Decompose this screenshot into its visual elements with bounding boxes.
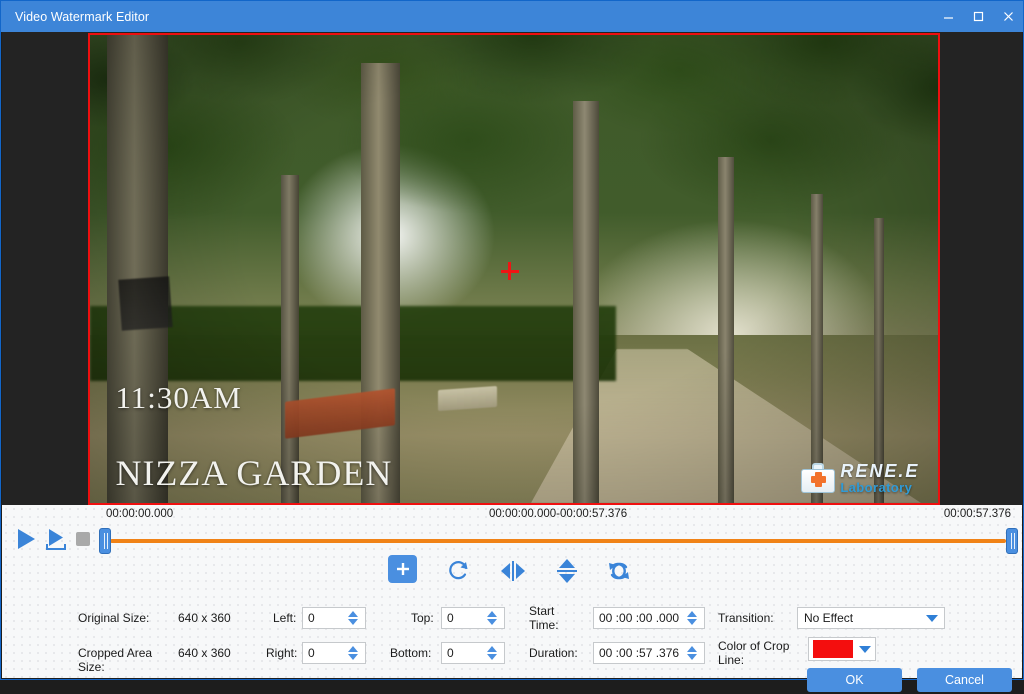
- stop-button[interactable]: [76, 532, 90, 546]
- chevron-down-icon: [859, 645, 871, 653]
- cross-horizontal: [811, 475, 827, 483]
- start-time-value[interactable]: 00 :00 :00 .000: [594, 611, 684, 625]
- transition-value: No Effect: [804, 611, 854, 625]
- chevron-down-icon: [926, 614, 938, 622]
- bottom-value[interactable]: 0: [442, 646, 484, 660]
- window-title: Video Watermark Editor: [15, 9, 150, 24]
- start-time-spinner-arrows[interactable]: [684, 611, 704, 625]
- timeline-track[interactable]: [110, 539, 1006, 543]
- timeline-start-handle[interactable]: [99, 528, 111, 554]
- video-crop-frame[interactable]: 11:30AM NIZZA GARDEN RENE.E Laboratory: [88, 33, 940, 505]
- edit-toolbar: [2, 555, 1022, 593]
- start-time-label: Start Time:: [529, 604, 559, 632]
- right-label: Right:: [266, 646, 298, 660]
- crop-settings-form: Original Size: 640 x 360 Cropped Area Si…: [2, 593, 1022, 693]
- cropped-area-size-value: 640 x 360: [178, 646, 231, 660]
- transport-bar: [2, 527, 1022, 555]
- left-spinner-arrows[interactable]: [345, 611, 365, 625]
- crop-line-color-label: Color of Crop Line:: [718, 639, 790, 667]
- bottom-spinner[interactable]: 0: [441, 642, 505, 664]
- flip-vertical-icon[interactable]: [553, 555, 581, 587]
- timeline-start-label: 00:00:00.000: [106, 508, 174, 520]
- timeline-end-handle[interactable]: [1006, 528, 1018, 554]
- dialog-actions: OK Cancel: [2, 668, 1022, 694]
- watermark-brand: RENE.E: [840, 460, 920, 481]
- bottom-label: Bottom:: [390, 646, 432, 660]
- close-button[interactable]: [993, 1, 1023, 32]
- bottom-spinner-arrows[interactable]: [484, 646, 504, 660]
- overlay-place-text: NIZZA GARDEN: [115, 452, 393, 493]
- watermark-text: RENE.E Laboratory: [840, 462, 919, 494]
- top-label: Top:: [411, 611, 434, 625]
- top-spinner[interactable]: 0: [441, 607, 505, 629]
- duration-spinner[interactable]: 00 :00 :57 .376: [593, 642, 705, 664]
- crop-line-color-picker[interactable]: [808, 637, 876, 661]
- original-size-value: 640 x 360: [178, 611, 231, 625]
- flip-horizontal-icon[interactable]: [498, 555, 528, 587]
- start-time-spinner[interactable]: 00 :00 :00 .000: [593, 607, 705, 629]
- left-spinner[interactable]: 0: [302, 607, 366, 629]
- reset-rotation-icon[interactable]: [603, 555, 635, 587]
- maximize-button[interactable]: [963, 1, 993, 32]
- timeline-ruler: 00:00:00.000 00:00:00.000-00:00:57.376 0…: [2, 505, 1022, 527]
- left-label: Left:: [273, 611, 297, 625]
- ok-button[interactable]: OK: [807, 668, 902, 692]
- watermark-logo[interactable]: RENE.E Laboratory: [801, 462, 919, 494]
- color-swatch[interactable]: [813, 640, 853, 658]
- timeline-end-label: 00:00:57.376: [943, 508, 1011, 520]
- transition-label: Transition:: [718, 611, 774, 625]
- video-watermark-editor-window: Video Watermark Editor 11:30AM NIZZA GAR…: [0, 0, 1024, 692]
- watermark-subtitle: Laboratory: [840, 479, 913, 495]
- duration-value[interactable]: 00 :00 :57 .376: [594, 646, 684, 660]
- right-value[interactable]: 0: [303, 646, 345, 660]
- duration-label: Duration:: [529, 646, 578, 660]
- top-spinner-arrows[interactable]: [484, 611, 504, 625]
- duration-spinner-arrows[interactable]: [684, 646, 704, 660]
- right-spinner-arrows[interactable]: [345, 646, 365, 660]
- video-stage: 11:30AM NIZZA GARDEN RENE.E Laboratory: [2, 32, 1022, 505]
- cancel-button[interactable]: Cancel: [917, 668, 1012, 692]
- left-value[interactable]: 0: [303, 611, 345, 625]
- minimize-button[interactable]: [933, 1, 963, 32]
- overlay-time-text: 11:30AM: [115, 380, 242, 416]
- original-size-label: Original Size:: [78, 611, 150, 625]
- crosshair-icon: [500, 262, 519, 281]
- play-button[interactable]: [15, 527, 37, 556]
- video-preview[interactable]: 11:30AM NIZZA GARDEN RENE.E Laboratory: [90, 35, 938, 503]
- play-selection-button[interactable]: [44, 527, 68, 556]
- first-aid-kit-icon: [801, 462, 836, 493]
- timeline-range-label: 00:00:00.000-00:00:57.376: [489, 508, 628, 520]
- transition-select[interactable]: No Effect: [797, 607, 945, 629]
- control-panel: 00:00:00.000 00:00:00.000-00:00:57.376 0…: [2, 505, 1022, 692]
- add-watermark-button[interactable]: [388, 555, 417, 583]
- title-bar: Video Watermark Editor: [1, 1, 1023, 32]
- right-spinner[interactable]: 0: [302, 642, 366, 664]
- top-value[interactable]: 0: [442, 611, 484, 625]
- rotate-clockwise-icon[interactable]: [445, 555, 473, 587]
